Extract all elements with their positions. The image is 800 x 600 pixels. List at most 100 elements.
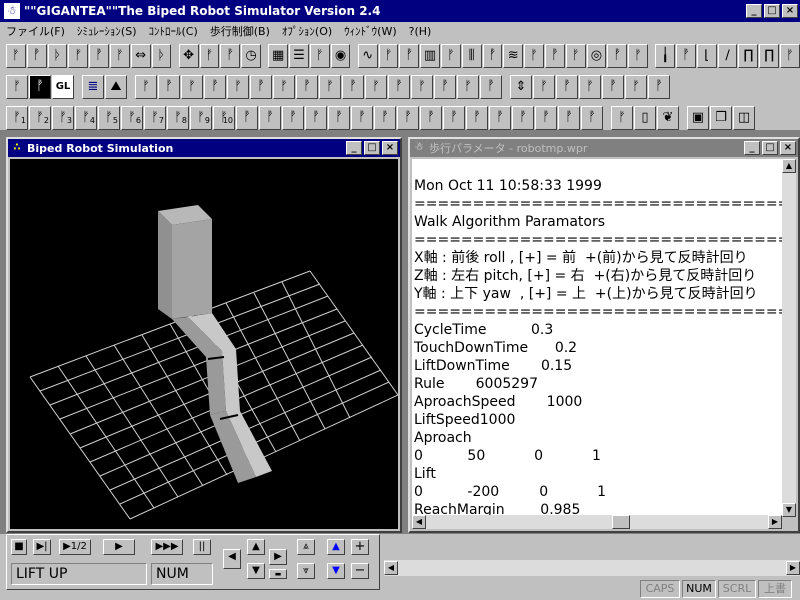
arrows-robot-icon[interactable]: ⇕: [510, 75, 532, 99]
param-horizontal-scrollbar[interactable]: ◀ ▶: [412, 515, 782, 529]
robot-joint7-icon[interactable]: ᚠ: [273, 75, 295, 99]
robot-single-icon[interactable]: ᚠ: [611, 106, 633, 130]
robot-seq3-icon[interactable]: ᚡ: [282, 106, 304, 130]
half-speed-button[interactable]: ▶1/2: [59, 539, 91, 555]
robot-seq7-icon[interactable]: ᚡ: [374, 106, 396, 130]
robot-seq13-icon[interactable]: ᚡ: [512, 106, 534, 130]
terrain-icon[interactable]: ⛰: [105, 75, 127, 99]
rail-icon[interactable]: ∏: [738, 44, 759, 68]
param-maximize-button[interactable]: □: [762, 141, 778, 155]
robot-joint16-icon[interactable]: ᚡ: [480, 75, 502, 99]
robot-joint10-icon[interactable]: ᚡ: [342, 75, 364, 99]
robot-seq6-icon[interactable]: ᚡ: [351, 106, 373, 130]
window-icon[interactable]: ▣: [687, 106, 709, 130]
param-window-icon[interactable]: ☃: [412, 141, 426, 155]
sim-minimize-button[interactable]: _: [346, 141, 362, 155]
dark-robot-icon[interactable]: ᚡ: [29, 75, 51, 99]
sim-maximize-button[interactable]: □: [364, 141, 380, 155]
main-scroll-left-arrow-icon[interactable]: ◀: [384, 561, 398, 575]
robot-wave-icon[interactable]: ᚠ: [440, 44, 461, 68]
robot-seq16-icon[interactable]: ᚡ: [581, 106, 603, 130]
robot-green-icon[interactable]: ᚡ: [544, 44, 565, 68]
gauge-icon[interactable]: ╽: [655, 44, 676, 68]
robot-signal-icon[interactable]: ᚡ: [482, 44, 503, 68]
robot-joint8-icon[interactable]: ᚡ: [296, 75, 318, 99]
tile-icon[interactable]: ◫: [733, 106, 755, 130]
cascade-icon[interactable]: ❐: [710, 106, 732, 130]
menu-option[interactable]: ｵﾌﾟｼｮﾝ(O): [276, 23, 338, 39]
signal-icon[interactable]: ⫼: [461, 44, 482, 68]
robot-move-icon[interactable]: ᚡ: [89, 44, 109, 68]
robot-seq11-icon[interactable]: ᚡ: [466, 106, 488, 130]
robot-seq10-icon[interactable]: ᚡ: [443, 106, 465, 130]
plot-icon[interactable]: ⌊: [696, 44, 717, 68]
robot-pose-icon[interactable]: ᚠ: [68, 44, 89, 68]
waves-icon[interactable]: ≋: [503, 44, 524, 68]
robot-seq12-icon[interactable]: ᚡ: [489, 106, 511, 130]
table-icon[interactable]: ▦: [268, 44, 289, 68]
robot-gauge-icon[interactable]: ᚡ: [676, 44, 696, 68]
zoom-up-button[interactable]: ▲: [327, 539, 345, 555]
pause-button[interactable]: ||: [193, 539, 211, 555]
preset-5-button[interactable]: ᚠ5: [98, 106, 120, 130]
robot-seq4-icon[interactable]: ᚡ: [305, 106, 327, 130]
preset-6-button[interactable]: ᚠ6: [121, 106, 143, 130]
menu-help[interactable]: ?(H): [403, 25, 438, 38]
robot-joint9-icon[interactable]: ᚠ: [319, 75, 341, 99]
robot-green2-icon[interactable]: ᚠ: [565, 44, 586, 68]
zoom-down-button[interactable]: ▼: [327, 563, 345, 579]
main-scroll-right-arrow-icon[interactable]: ▶: [786, 561, 800, 575]
move-left-button[interactable]: ◀: [223, 549, 241, 569]
robot-seq14-icon[interactable]: ᚡ: [535, 106, 557, 130]
scroll-up-arrow-icon[interactable]: ▲: [782, 159, 796, 173]
robot-end-icon[interactable]: ᚠ: [780, 44, 800, 68]
preset-4-button[interactable]: ᚠ4: [75, 106, 97, 130]
menu-window[interactable]: ｳｨﾝﾄﾞｳ(W): [338, 23, 402, 39]
move-right-button[interactable]: ▶: [269, 549, 287, 565]
robot-walk-icon[interactable]: ᚡ: [26, 44, 47, 68]
param-minimize-button[interactable]: _: [744, 141, 760, 155]
brain-icon[interactable]: ❦: [657, 106, 679, 130]
maximize-button[interactable]: □: [764, 4, 780, 18]
parameters-text[interactable]: Mon Oct 11 10:58:33 1999 ================…: [412, 159, 782, 517]
robot-graph-icon[interactable]: ᚠ: [378, 44, 399, 68]
menu-control[interactable]: ｺﾝﾄﾛｰﾙ(C): [143, 23, 204, 39]
robot-seq5-icon[interactable]: ᚡ: [328, 106, 350, 130]
rotate-down-button[interactable]: ⩔: [297, 563, 315, 579]
robot-joint3-icon[interactable]: ᚠ: [181, 75, 203, 99]
plus-button[interactable]: +: [351, 539, 369, 555]
graph-icon[interactable]: ∿: [357, 44, 378, 68]
robot-joint2-icon[interactable]: ᚡ: [158, 75, 180, 99]
menu-simulation[interactable]: ｼﾐｭﾚｰｼｮﾝ(S): [71, 23, 143, 39]
robot-joint5-icon[interactable]: ᚠ: [227, 75, 249, 99]
main-horizontal-scrollbar[interactable]: ◀ ▶: [384, 560, 800, 576]
preset-7-button[interactable]: ᚠ7: [144, 106, 166, 130]
target-icon[interactable]: ◎: [586, 44, 607, 68]
robot-link-icon[interactable]: ᚡ: [220, 44, 241, 68]
preset-10-button[interactable]: ᚠ 10: [213, 106, 235, 130]
rail2-icon[interactable]: ∏: [759, 44, 780, 68]
move-up-button[interactable]: ▲: [247, 539, 265, 555]
robot-app-icon[interactable]: ☃: [4, 3, 20, 19]
sim-window-icon[interactable]: ∴: [10, 141, 24, 155]
rotate-up-button[interactable]: ⩓: [297, 539, 315, 555]
sim-close-button[interactable]: ×: [382, 141, 398, 155]
robot-foot-icon[interactable]: ᚡ: [602, 75, 624, 99]
robot-walk2-icon[interactable]: ᚠ: [625, 75, 647, 99]
slash-icon[interactable]: ∕: [717, 44, 738, 68]
robot-rotate-icon[interactable]: ᚠ: [109, 44, 130, 68]
menu-file[interactable]: ファイル(F): [0, 23, 71, 39]
robot-balance-icon[interactable]: ᚦ: [151, 44, 172, 68]
robot-seq15-icon[interactable]: ᚡ: [558, 106, 580, 130]
3d-viewport[interactable]: [10, 159, 399, 529]
list-icon[interactable]: ☰: [289, 44, 309, 68]
color-robot-icon[interactable]: ᚠ: [6, 75, 28, 99]
robot-seq1-icon[interactable]: ᚡ: [236, 106, 258, 130]
robot-seq2-icon[interactable]: ᚡ: [259, 106, 281, 130]
step-button[interactable]: ▶|: [33, 539, 51, 555]
robot-seq9-icon[interactable]: ᚡ: [420, 106, 442, 130]
phone-icon[interactable]: ▯: [634, 106, 656, 130]
stop-button[interactable]: ■: [11, 539, 27, 555]
preset-8-button[interactable]: ᚠ8: [167, 106, 189, 130]
scroll-thumb[interactable]: [612, 515, 630, 529]
